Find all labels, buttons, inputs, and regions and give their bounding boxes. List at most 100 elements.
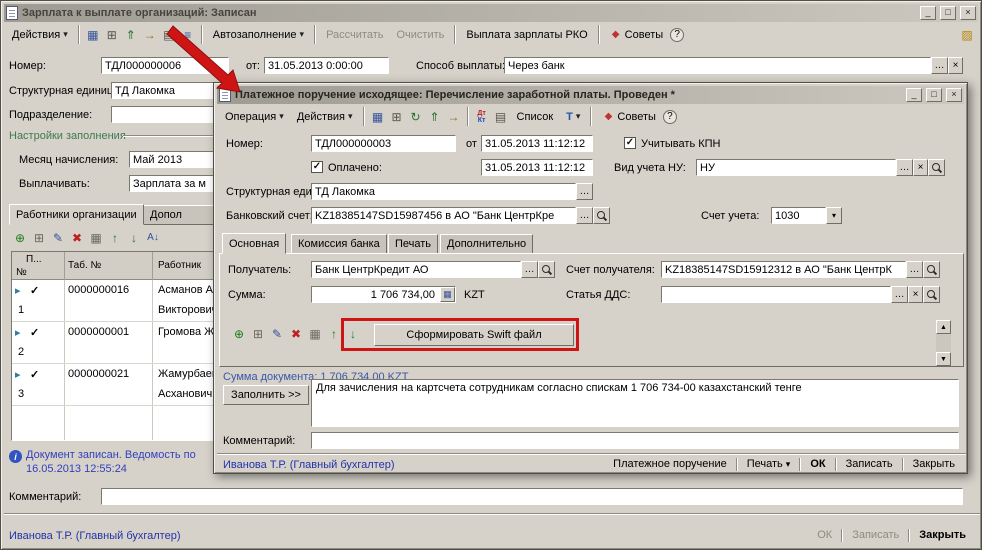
- clear-field-button[interactable]: ×: [948, 57, 963, 74]
- open-button[interactable]: [593, 207, 610, 224]
- sort-icon[interactable]: А↓: [144, 229, 162, 247]
- dds-field[interactable]: [661, 286, 891, 303]
- kpn-checkbox[interactable]: ✓: [624, 137, 636, 149]
- print-menu-button[interactable]: Печать▾: [740, 457, 798, 471]
- open-button[interactable]: [538, 261, 555, 278]
- close-icon[interactable]: ×: [946, 88, 962, 102]
- row-check-icon[interactable]: ✓: [30, 326, 39, 339]
- close-button[interactable]: Закрыть: [906, 457, 962, 471]
- rko-payment-button[interactable]: Выплата зарплаты РКО: [460, 25, 593, 45]
- row-check-icon[interactable]: ✓: [30, 284, 39, 297]
- reread-icon[interactable]: ↻: [407, 108, 425, 126]
- post-icon[interactable]: ⇑: [122, 26, 140, 44]
- scroll-down-icon[interactable]: ▼: [936, 352, 951, 366]
- recipient-field[interactable]: Банк ЦентрКредит АО: [311, 261, 521, 278]
- help-icon[interactable]: ?: [663, 110, 677, 124]
- add-row-icon[interactable]: ⊕: [230, 325, 248, 343]
- open-button[interactable]: [928, 159, 945, 176]
- choose-button[interactable]: …: [521, 261, 538, 278]
- calculate-button[interactable]: Рассчитать: [320, 25, 389, 45]
- save-icon[interactable]: ▦: [369, 108, 387, 126]
- choose-button[interactable]: …: [896, 159, 913, 176]
- close-button[interactable]: Закрыть: [912, 528, 973, 542]
- close-icon[interactable]: ×: [960, 6, 976, 20]
- account-field[interactable]: 1030: [771, 207, 826, 224]
- tab-print[interactable]: Печать: [388, 234, 438, 254]
- sum-field[interactable]: 1 706 734,00: [311, 286, 456, 303]
- bank-account-field[interactable]: KZ18385147SD15987456 в АО "Банк ЦентрКре: [311, 207, 576, 224]
- calculator-icon[interactable]: ▦: [440, 287, 455, 302]
- save-button[interactable]: Записать: [845, 528, 906, 542]
- ok-button[interactable]: ОК: [810, 528, 839, 542]
- row-check-icon[interactable]: ✓: [30, 368, 39, 381]
- grid-icon[interactable]: ▦: [306, 325, 324, 343]
- go-icon[interactable]: →: [445, 108, 463, 126]
- operation-menu-button[interactable]: Операция▾: [219, 107, 290, 127]
- choose-button[interactable]: …: [576, 183, 593, 200]
- pay-method-field[interactable]: Через банк: [504, 57, 931, 74]
- delete-icon[interactable]: ✖: [68, 229, 86, 247]
- ok-button[interactable]: ОК: [803, 457, 832, 471]
- col-worker-header[interactable]: Работник: [158, 260, 201, 271]
- date-field[interactable]: 31.05.2013 0:00:00: [264, 57, 389, 74]
- paid-checkbox[interactable]: ✓: [311, 161, 323, 173]
- post-icon[interactable]: ⇑: [426, 108, 444, 126]
- col-num-header[interactable]: №: [16, 267, 27, 278]
- move-up-icon[interactable]: ↑: [106, 229, 124, 247]
- tab-commission[interactable]: Комиссия банка: [291, 234, 387, 254]
- delete-icon[interactable]: ✖: [287, 325, 305, 343]
- list-icon[interactable]: ▤: [492, 108, 510, 126]
- fill-button[interactable]: Заполнить >>: [223, 385, 309, 405]
- filter-button[interactable]: Т▾: [560, 107, 586, 127]
- choose-button[interactable]: …: [576, 207, 593, 224]
- tips-button[interactable]: ◆Советы: [596, 104, 661, 130]
- minimize-icon[interactable]: _: [906, 88, 922, 102]
- combo-arrow-icon[interactable]: ▾: [826, 207, 842, 224]
- edit-icon[interactable]: ✎: [49, 229, 67, 247]
- comment-field[interactable]: [101, 488, 963, 505]
- choose-button[interactable]: …: [931, 57, 948, 74]
- tab-main[interactable]: Основная: [222, 233, 286, 254]
- copy-icon[interactable]: ⊞: [103, 26, 121, 44]
- scroll-up-icon[interactable]: ▲: [936, 320, 951, 334]
- open-button[interactable]: [923, 261, 940, 278]
- nu-kind-field[interactable]: НУ: [696, 159, 896, 176]
- number-field[interactable]: ТДЛ000000003: [311, 135, 456, 152]
- date-field[interactable]: 31.05.2013 11:12:12: [481, 135, 593, 152]
- col-flag-header[interactable]: П...: [26, 254, 42, 265]
- payment-titlebar[interactable]: Платежное поручение исходящее: Перечисле…: [217, 86, 964, 104]
- list-button[interactable]: Список: [511, 107, 560, 127]
- unit-field[interactable]: ТД Лакомка: [311, 183, 576, 200]
- paid-date-field[interactable]: 31.05.2013 11:12:12: [481, 159, 593, 176]
- choose-button[interactable]: …: [906, 261, 923, 278]
- actions-menu-button[interactable]: Действия▾: [291, 107, 359, 127]
- form-settings-icon[interactable]: ▨: [958, 26, 976, 44]
- save-icon[interactable]: ▦: [84, 26, 102, 44]
- copy-icon[interactable]: ⊞: [388, 108, 406, 126]
- payment-order-button[interactable]: Платежное поручение: [606, 457, 734, 471]
- tab-employees[interactable]: Работники организации: [9, 204, 144, 225]
- minimize-icon[interactable]: _: [920, 6, 936, 20]
- save-button[interactable]: Записать: [839, 457, 900, 471]
- col-tabnumber-header[interactable]: Таб. №: [68, 260, 101, 271]
- recipient-account-field[interactable]: KZ18385147SD15912312 в АО "Банк ЦентрК: [661, 261, 906, 278]
- scrollbar-track[interactable]: [936, 334, 951, 352]
- choose-button[interactable]: …: [891, 286, 908, 303]
- tab-additional[interactable]: Дополнительно: [440, 234, 533, 254]
- add-copy-icon[interactable]: ⊞: [30, 229, 48, 247]
- comment-field[interactable]: [311, 432, 959, 449]
- add-copy-icon[interactable]: ⊞: [249, 325, 267, 343]
- maximize-icon[interactable]: □: [940, 6, 956, 20]
- scrollbar[interactable]: ▲ ▼: [936, 320, 951, 366]
- move-down-icon[interactable]: ↓: [125, 229, 143, 247]
- clear-button[interactable]: Очистить: [390, 25, 450, 45]
- clear-field-button[interactable]: ×: [908, 286, 923, 303]
- payment-purpose-field[interactable]: Для зачисления на картсчета сотрудникам …: [311, 379, 959, 427]
- open-button[interactable]: [923, 286, 940, 303]
- actions-menu-button[interactable]: Действия▾: [6, 25, 74, 45]
- clear-field-button[interactable]: ×: [913, 159, 928, 176]
- grid-icon[interactable]: ▦: [87, 229, 105, 247]
- tab-additional[interactable]: Допол: [143, 205, 221, 225]
- edit-icon[interactable]: ✎: [268, 325, 286, 343]
- tips-button[interactable]: ◆Советы: [604, 22, 669, 48]
